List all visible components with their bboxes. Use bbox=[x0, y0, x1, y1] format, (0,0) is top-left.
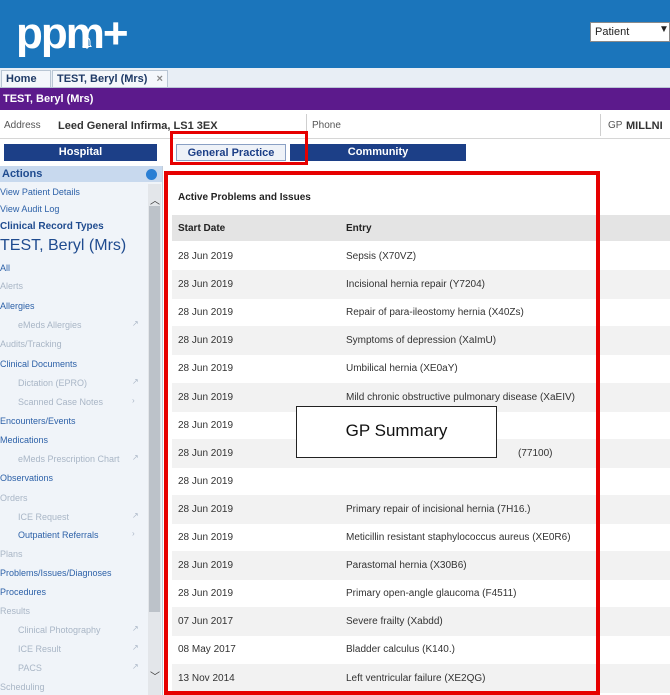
ppm-app: ppm+ Patient ▼ Home TEST, Beryl (Mrs) × … bbox=[0, 0, 670, 695]
sidebar-item[interactable]: ICE Request bbox=[0, 512, 148, 522]
sidebar-item: Clinical Record Types bbox=[0, 221, 104, 232]
divider bbox=[600, 114, 601, 136]
context-select-value: Patient bbox=[595, 26, 630, 38]
sidebar-item[interactable]: Clinical Documents bbox=[0, 359, 148, 369]
sidebar-item[interactable]: eMeds Allergies bbox=[0, 320, 148, 330]
tab-strip: Home TEST, Beryl (Mrs) × bbox=[0, 68, 670, 88]
top-bar: ppm+ Patient ▼ bbox=[0, 0, 670, 68]
sidebar-item[interactable]: Problems/Issues/Diagnoses bbox=[0, 568, 148, 578]
highlight-box-general-practice bbox=[170, 131, 308, 165]
context-select[interactable]: Patient ▼ bbox=[590, 22, 670, 42]
scrollbar-thumb[interactable] bbox=[149, 206, 160, 612]
external-link-icon[interactable]: ↗ bbox=[132, 453, 139, 462]
tab-home-label: Home bbox=[6, 73, 37, 85]
sidebar-item[interactable]: Procedures bbox=[0, 587, 148, 597]
tab-community[interactable]: Community bbox=[290, 144, 466, 161]
sidebar-item[interactable]: Scheduling bbox=[0, 682, 148, 692]
address-label: Address bbox=[4, 120, 41, 131]
gp-value: MILLNI bbox=[626, 120, 663, 132]
sidebar-item[interactable]: View Patient Details bbox=[0, 187, 148, 197]
gp-label: GP bbox=[608, 120, 623, 131]
tab-home[interactable]: Home bbox=[1, 70, 51, 87]
sidebar-item[interactable]: View Audit Log bbox=[0, 204, 148, 214]
external-link-icon[interactable]: ↗ bbox=[132, 643, 139, 652]
chevron-down-icon: ▼ bbox=[659, 24, 669, 35]
chevron-down-icon[interactable]: ﹀ bbox=[150, 668, 160, 683]
patient-banner: TEST, Beryl (Mrs) bbox=[0, 88, 670, 110]
patient-name: TEST, Beryl (Mrs) bbox=[3, 93, 94, 105]
sidebar-item[interactable]: Observations bbox=[0, 473, 148, 483]
ppm-logo[interactable]: ppm+ bbox=[16, 12, 129, 56]
external-link-icon[interactable]: ↗ bbox=[132, 624, 139, 633]
demographics-row: Address Leed General Infirma, LS1 3EX Ph… bbox=[0, 111, 670, 139]
tab-patient[interactable]: TEST, Beryl (Mrs) × bbox=[52, 70, 168, 87]
sidebar-item[interactable]: Medications bbox=[0, 435, 148, 445]
sidebar: Actions View Patient Details View Audit L… bbox=[0, 166, 163, 695]
sidebar-item[interactable]: Encounters/Events bbox=[0, 416, 148, 426]
sidebar-item[interactable]: Dictation (EPRO) bbox=[0, 378, 148, 388]
sidebar-item[interactable]: Allergies bbox=[0, 301, 148, 311]
chevron-up-icon[interactable]: ︿ bbox=[150, 192, 160, 207]
chevron-right-icon[interactable]: › bbox=[132, 396, 135, 405]
sidebar-item[interactable]: Outpatient Referrals bbox=[0, 530, 148, 540]
sidebar-item[interactable]: PACS bbox=[0, 663, 148, 673]
external-link-icon[interactable]: ↗ bbox=[132, 662, 139, 671]
sidebar-item[interactable]: Orders bbox=[0, 493, 148, 503]
sidebar-item[interactable]: All bbox=[0, 263, 148, 273]
sidebar-header: Actions bbox=[0, 166, 162, 182]
external-link-icon[interactable]: ↗ bbox=[132, 319, 139, 328]
sidebar-item[interactable]: Plans bbox=[0, 549, 148, 559]
sidebar-header-label: Actions bbox=[2, 168, 43, 180]
phone-label: Phone bbox=[312, 120, 341, 131]
sidebar-item[interactable]: Clinical Photography bbox=[0, 625, 148, 635]
chevron-right-icon[interactable]: › bbox=[132, 529, 135, 538]
collapse-icon[interactable] bbox=[146, 169, 157, 180]
context-tabs: Hospital General Practice Community bbox=[0, 140, 670, 166]
sidebar-item[interactable]: Results bbox=[0, 606, 148, 616]
bell-icon[interactable] bbox=[80, 36, 94, 50]
sidebar-item: TEST, Beryl (Mrs) bbox=[0, 237, 127, 254]
sidebar-item[interactable]: eMeds Prescription Chart bbox=[0, 454, 148, 464]
sidebar-item[interactable]: ICE Result bbox=[0, 644, 148, 654]
external-link-icon[interactable]: ↗ bbox=[132, 511, 139, 520]
sidebar-item[interactable]: Audits/Tracking bbox=[0, 339, 148, 349]
tab-hospital[interactable]: Hospital bbox=[4, 144, 157, 161]
tab-patient-label: TEST, Beryl (Mrs) bbox=[57, 73, 148, 85]
external-link-icon[interactable]: ↗ bbox=[132, 377, 139, 386]
gp-summary-callout: GP Summary bbox=[296, 406, 497, 458]
close-icon[interactable]: × bbox=[157, 73, 163, 85]
sidebar-item[interactable]: Alerts bbox=[0, 281, 148, 291]
sidebar-item[interactable]: Scanned Case Notes bbox=[0, 397, 148, 407]
